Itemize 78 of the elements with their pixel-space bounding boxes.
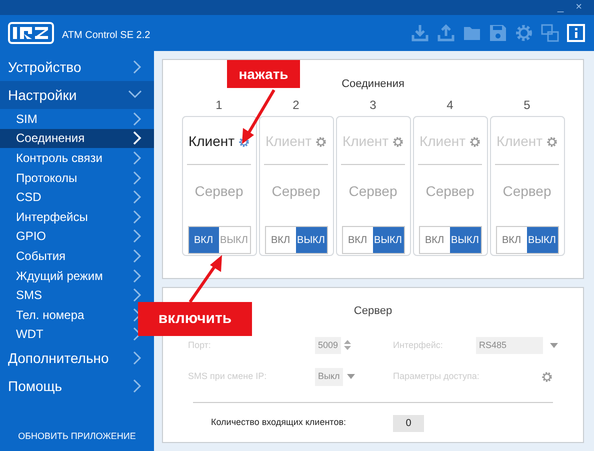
logo: [8, 22, 54, 44]
server-label: Сервер: [348, 182, 398, 201]
clients-count: 0: [393, 414, 424, 432]
settings-icon[interactable]: [514, 23, 534, 43]
minimize-button[interactable]: _: [557, 2, 564, 13]
off-segment[interactable]: ВЫКЛ: [372, 227, 404, 253]
sidebar-item[interactable]: Настройки: [0, 81, 154, 109]
update-link[interactable]: ОБНОВИТЬ ПРИЛОЖЕНИЕ: [0, 430, 154, 451]
on-segment[interactable]: ВКЛ: [266, 227, 296, 253]
off-segment[interactable]: ВЫКЛ: [526, 227, 558, 253]
server-label: Сервер: [194, 182, 244, 201]
on-segment[interactable]: ВКЛ: [188, 227, 218, 253]
field-label: Количество входящих клиентов:: [211, 416, 347, 430]
settings-icon[interactable]: [468, 136, 481, 148]
column-number: 4: [446, 97, 454, 114]
callout-tooltip: нажать: [227, 60, 300, 88]
chevron-right-icon: [132, 210, 142, 224]
interface-dropdown[interactable]: RS485: [476, 336, 543, 354]
settings-icon[interactable]: [546, 136, 558, 148]
sidebar-item[interactable]: Интерфейсы: [0, 206, 154, 227]
close-button[interactable]: ×: [576, 2, 582, 13]
sidebar-item[interactable]: Помощь: [0, 372, 154, 400]
port-field[interactable]: 5009: [315, 336, 342, 354]
chevron-right-icon: [132, 229, 142, 244]
chevron-right-icon: [132, 268, 142, 283]
chevron-right-icon: [132, 379, 142, 394]
app-name: ATM Control SE 2.2: [62, 29, 150, 43]
server-label: Сервер: [502, 182, 552, 201]
spinner-icon[interactable]: [344, 340, 352, 350]
chevron-right-icon: [132, 248, 142, 263]
sidebar-item[interactable]: SIM: [0, 109, 154, 129]
chevron-right-icon: [132, 351, 142, 366]
sidebar-item[interactable]: Дополнительно: [0, 344, 154, 372]
chevron-right-icon: [132, 131, 142, 146]
documents-icon[interactable]: [540, 23, 560, 43]
sidebar-item[interactable]: Устройство: [0, 53, 154, 81]
settings-icon[interactable]: [541, 370, 553, 383]
upload-icon[interactable]: [436, 23, 456, 43]
info-icon[interactable]: [566, 23, 586, 43]
client-label: Клиент: [188, 132, 235, 151]
sidebar-item[interactable]: Контроль связи: [0, 148, 154, 168]
settings-icon[interactable]: [392, 136, 404, 148]
sidebar-item[interactable]: SMS: [0, 285, 154, 305]
on-segment[interactable]: ВКЛ: [342, 227, 372, 253]
server-label: Сервер: [272, 182, 320, 201]
chevron-right-icon: [132, 327, 142, 342]
column-number: 3: [370, 97, 376, 114]
chevron-right-icon: [132, 112, 142, 126]
column-number: 5: [524, 97, 530, 114]
off-segment[interactable]: ВЫКЛ: [296, 227, 326, 253]
sms-dropdown[interactable]: Выкл: [315, 368, 343, 386]
chevron-right-icon: [132, 190, 142, 204]
settings-icon[interactable]: [314, 136, 327, 148]
on-segment[interactable]: ВКЛ: [496, 227, 526, 253]
sidebar-item[interactable]: Протоколы: [0, 168, 154, 188]
column-number: 2: [292, 97, 300, 114]
caret-icon: [346, 374, 355, 380]
column-number: 1: [216, 97, 222, 114]
chevron-right-icon: [132, 288, 142, 302]
callout-tooltip: включить: [138, 302, 252, 336]
off-segment[interactable]: ВЫКЛ: [450, 227, 480, 253]
panel-title: Сервер: [354, 304, 392, 319]
sidebar-item[interactable]: GPIO: [0, 226, 154, 246]
save-icon[interactable]: [488, 23, 508, 43]
chevron-right-icon: [132, 150, 142, 165]
panel-title: Соединения: [342, 77, 404, 92]
sidebar-item[interactable]: Ждущий режим: [0, 266, 154, 286]
sidebar-item[interactable]: CSD: [0, 187, 154, 207]
settings-icon[interactable]: [238, 136, 250, 148]
chevron-right-icon: [132, 60, 142, 74]
off-segment[interactable]: ВЫКЛ: [218, 227, 250, 253]
chevron-right-icon: [132, 170, 142, 185]
download-icon[interactable]: [410, 23, 430, 43]
on-segment[interactable]: ВКЛ: [420, 227, 450, 253]
sidebar-item[interactable]: События: [0, 246, 154, 266]
server-label: Сервер: [426, 182, 474, 201]
caret-icon: [550, 342, 558, 348]
sidebar-item[interactable]: Соединения: [0, 128, 154, 148]
